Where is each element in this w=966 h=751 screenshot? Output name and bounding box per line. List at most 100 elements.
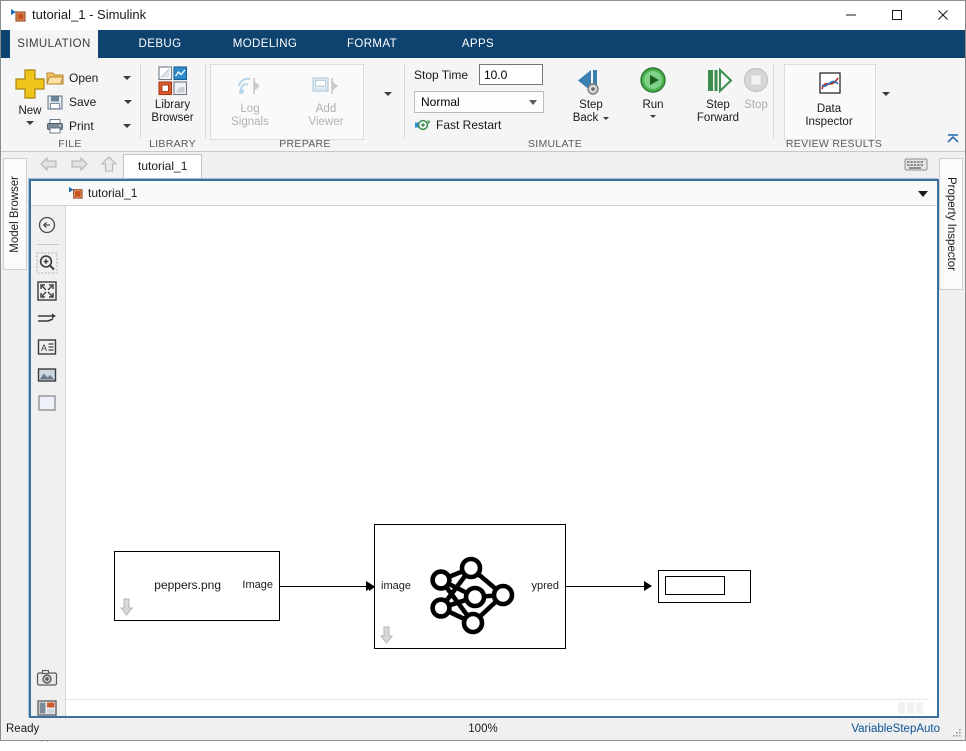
review-gallery-dropdown-icon[interactable] — [882, 92, 890, 110]
predict-input-port-icon — [369, 583, 375, 591]
ribbon-group-library: Library Browser LIBRARY — [141, 58, 204, 151]
library-browser-button[interactable]: Library Browser — [141, 64, 204, 125]
forward-arrow-icon[interactable] — [68, 155, 94, 175]
step-back-dropdown-icon[interactable] — [603, 117, 610, 120]
log-signals-label-line2: Signals — [231, 116, 269, 128]
print-button[interactable]: Print — [46, 118, 131, 134]
stop-time-label: Stop Time — [414, 68, 469, 82]
open-dropdown-icon[interactable] — [123, 76, 132, 80]
run-dropdown-icon[interactable] — [650, 115, 656, 118]
signal-ypred-to-display[interactable] — [566, 586, 651, 587]
predict-block-open-arrow-icon[interactable] — [379, 626, 394, 644]
image-output-port-label: Image — [242, 579, 273, 591]
group-label-file: FILE — [58, 138, 82, 150]
canvas-horizontal-scrollbar[interactable] — [66, 699, 929, 717]
maximize-button[interactable] — [874, 0, 920, 30]
print-dropdown-icon[interactable] — [122, 124, 131, 128]
property-inspector-label: Property Inspector — [945, 177, 957, 271]
back-arrow-icon[interactable] — [38, 155, 64, 175]
tab-format[interactable]: FORMAT — [322, 30, 422, 58]
model-canvas[interactable]: peppers.png Image image ypred — [66, 206, 929, 699]
run-label: Run — [642, 99, 664, 111]
model-browser-tab[interactable]: Model Browser — [3, 158, 27, 270]
breadcrumb-model-icon — [68, 185, 83, 200]
up-arrow-icon[interactable] — [98, 155, 124, 175]
image-from-file-block[interactable]: peppers.png Image — [114, 551, 280, 621]
log-signals-button[interactable]: Log Signals — [218, 70, 282, 129]
editor-nav-bar: tutorial_1 — [28, 152, 938, 179]
display-block-readout — [665, 576, 725, 595]
data-inspector-label-line1: Data — [816, 103, 842, 115]
library-browser-label-line1: Library — [154, 99, 191, 111]
file-tab-tutorial_1[interactable]: tutorial_1 — [123, 154, 203, 179]
step-back-button[interactable]: Step Back — [560, 66, 622, 125]
library-browser-icon — [157, 66, 187, 96]
fast-restart-button[interactable]: Fast Restart — [414, 118, 501, 132]
simulink-window: tutorial_1 - Simulink SIMULATION DEBUG M… — [0, 0, 966, 742]
group-label-simulate: SIMULATE — [527, 138, 583, 150]
model-browser-label: Model Browser — [9, 175, 21, 253]
step-back-icon — [578, 70, 599, 95]
tab-apps[interactable]: APPS — [430, 30, 526, 58]
close-button[interactable] — [920, 0, 966, 30]
save-label: Save — [69, 95, 97, 109]
title-bar: tutorial_1 - Simulink — [0, 0, 966, 31]
block-open-arrow-icon[interactable] — [119, 598, 134, 616]
toolbar-divider — [37, 244, 59, 245]
stop-time-input[interactable] — [479, 64, 543, 85]
new-dropdown-icon[interactable] — [26, 121, 34, 125]
fit-to-view-icon[interactable] — [36, 280, 60, 304]
simulation-mode-select[interactable]: Normal — [414, 91, 544, 113]
signal-ypred-arrowhead — [644, 581, 652, 591]
model-editor: tutorial_1 tutorial_1 A peppers.png Imag… — [28, 152, 939, 742]
window-resize-grip[interactable] — [951, 727, 963, 739]
breadcrumb-dropdown-icon[interactable] — [918, 191, 928, 197]
status-solver-label[interactable]: VariableStepAuto — [851, 723, 940, 735]
ribbon-group-file: New Open Save Print FILE — [0, 58, 140, 151]
save-dropdown-icon[interactable] — [124, 100, 133, 104]
keyboard-icon[interactable] — [904, 157, 928, 172]
tab-debug[interactable]: DEBUG — [110, 30, 210, 58]
signal-routing-icon[interactable] — [36, 308, 60, 332]
camera-icon[interactable] — [36, 668, 60, 692]
display-block[interactable] — [658, 570, 751, 603]
predict-network-block[interactable]: image ypred — [369, 524, 566, 649]
minimize-button[interactable] — [828, 0, 874, 30]
library-browser-label-line2: Browser — [151, 112, 194, 124]
step-back-label-line2: Back — [572, 112, 599, 124]
navigate-up-icon[interactable] — [36, 214, 60, 238]
group-label-prepare: PREPARE — [279, 138, 331, 150]
simulink-model-icon — [10, 7, 26, 23]
fast-restart-icon — [415, 119, 431, 131]
add-viewer-button[interactable]: Add Viewer — [294, 70, 358, 129]
fast-restart-label: Fast Restart — [436, 118, 502, 132]
floppy-icon — [47, 95, 63, 110]
canvas-resize-grip[interactable] — [898, 702, 926, 714]
save-button[interactable]: Save — [46, 94, 133, 110]
add-viewer-label-line1: Add — [315, 103, 337, 115]
image-icon[interactable] — [36, 364, 60, 388]
window-title: tutorial_1 - Simulink — [32, 7, 147, 22]
tab-modeling[interactable]: MODELING — [215, 30, 315, 58]
property-inspector-tab[interactable]: Property Inspector — [939, 158, 963, 290]
data-inspector-button[interactable]: Data Inspector — [788, 70, 870, 129]
printer-icon — [47, 119, 63, 134]
signal-image-to-predict[interactable] — [280, 586, 374, 587]
annotation-icon[interactable]: A — [36, 336, 60, 360]
collapse-ribbon-icon[interactable] — [946, 132, 960, 149]
tab-simulation[interactable]: SIMULATION — [10, 30, 98, 58]
run-button[interactable]: Run — [627, 66, 679, 118]
simulation-mode-caret-icon — [529, 99, 537, 105]
stop-icon — [743, 67, 769, 93]
layout-icon[interactable] — [36, 698, 60, 722]
print-label: Print — [69, 119, 94, 133]
zoom-in-icon[interactable] — [36, 252, 60, 276]
prepare-gallery-dropdown-icon[interactable] — [384, 92, 392, 110]
area-icon[interactable] — [36, 392, 60, 416]
data-inspector-icon — [819, 72, 841, 94]
log-signals-icon — [238, 77, 260, 95]
open-button[interactable]: Open — [46, 70, 132, 86]
canvas-frame: tutorial_1 A peppers.png Image image ypr… — [28, 178, 939, 742]
open-label: Open — [69, 71, 99, 85]
canvas-left-toolbar: A — [30, 206, 66, 742]
